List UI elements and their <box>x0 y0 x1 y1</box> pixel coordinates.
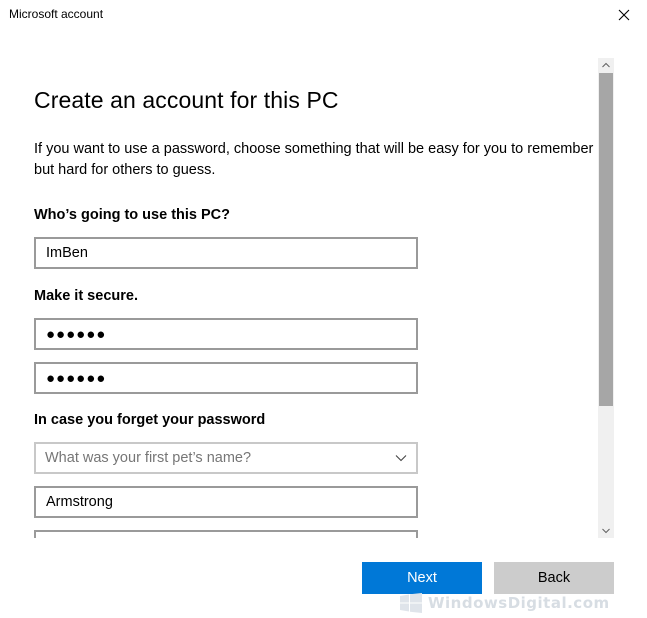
back-button[interactable]: Back <box>494 562 614 594</box>
vertical-scrollbar[interactable] <box>598 58 614 538</box>
chevron-down-icon <box>395 455 407 462</box>
title-bar: Microsoft account <box>0 0 647 30</box>
account-form-panel: Create an account for this PC If you wan… <box>0 58 599 538</box>
scroll-up-arrow-icon <box>602 62 610 68</box>
intro-line-2: but hard for others to guess. <box>34 162 216 178</box>
recovery-label: In case you forget your password <box>34 412 266 428</box>
confirm-password-input[interactable] <box>34 362 418 394</box>
windows-logo-icon <box>400 593 422 613</box>
watermark: WindowsDigital.com <box>399 591 647 615</box>
password-input[interactable] <box>34 318 418 350</box>
page-title: Create an account for this PC <box>34 87 339 113</box>
next-button[interactable]: Next <box>362 562 482 594</box>
scroll-down-arrow-icon <box>602 528 610 534</box>
scroll-up-button[interactable] <box>598 58 614 72</box>
close-button[interactable] <box>601 0 647 30</box>
make-secure-label: Make it secure. <box>34 288 138 304</box>
window-title: Microsoft account <box>9 7 104 21</box>
security-question-placeholder: What was your first pet’s name? <box>45 450 252 466</box>
scroll-thumb[interactable] <box>599 73 613 406</box>
user-name-input[interactable] <box>34 237 418 269</box>
scroll-down-button[interactable] <box>598 524 614 538</box>
intro-line-1: If you want to use a password, choose so… <box>34 141 594 157</box>
security-question-dropdown[interactable]: What was your first pet’s name? <box>34 442 418 474</box>
close-icon <box>618 9 630 21</box>
watermark-text: WindowsDigital.com <box>428 594 610 612</box>
security-answer-input[interactable] <box>34 486 418 518</box>
intro-text: If you want to use a password, choose so… <box>34 139 599 181</box>
user-name-label: Who’s going to use this PC? <box>34 207 231 223</box>
next-security-question-field[interactable] <box>34 530 418 538</box>
